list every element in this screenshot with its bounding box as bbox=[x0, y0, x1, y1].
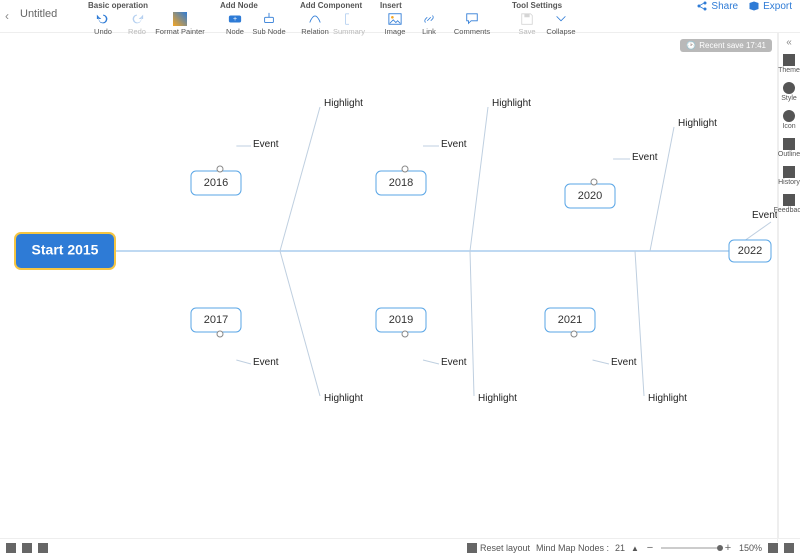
bottom-icon-1[interactable] bbox=[6, 543, 16, 553]
side-style[interactable]: Style bbox=[774, 82, 800, 102]
doc-title[interactable]: Untitled bbox=[14, 0, 80, 20]
expand-dot[interactable] bbox=[571, 331, 577, 337]
svg-text:2022: 2022 bbox=[738, 245, 762, 257]
bottom-icon-2[interactable] bbox=[22, 543, 32, 553]
leaf-highlight[interactable]: Highlight bbox=[492, 98, 531, 109]
side-icon[interactable]: Icon bbox=[774, 110, 800, 130]
svg-text:2020: 2020 bbox=[578, 190, 602, 202]
group-basic-title: Basic operation bbox=[86, 0, 206, 11]
group-insert-title: Insert bbox=[378, 0, 498, 11]
root-label: Start 2015 bbox=[32, 242, 99, 258]
export-button[interactable]: Export bbox=[748, 0, 792, 12]
leaf-event[interactable]: Event bbox=[441, 139, 467, 150]
leaf-event[interactable]: Event bbox=[253, 357, 279, 368]
nodes-up-icon[interactable]: ▲ bbox=[631, 544, 639, 553]
leaf-event[interactable]: Event bbox=[611, 357, 637, 368]
nodes-label: Mind Map Nodes : bbox=[536, 543, 609, 553]
zoom-value: 150% bbox=[739, 543, 762, 553]
leaf-highlight[interactable]: Highlight bbox=[324, 393, 363, 404]
leaf-highlight[interactable]: Highlight bbox=[678, 118, 717, 129]
svg-text:2019: 2019 bbox=[389, 314, 413, 326]
expand-dot[interactable] bbox=[217, 166, 223, 172]
fullscreen-icon[interactable] bbox=[768, 543, 778, 553]
canvas[interactable]: 🕑Recent save 17:41 Start 2015Event202220… bbox=[0, 33, 779, 538]
side-history[interactable]: History bbox=[774, 166, 800, 186]
reset-layout-button[interactable]: Reset layout bbox=[467, 543, 530, 553]
share-button[interactable]: Share bbox=[696, 0, 738, 12]
side-outline[interactable]: Outline bbox=[774, 138, 800, 158]
svg-text:2021: 2021 bbox=[558, 314, 582, 326]
leaf-event[interactable]: Event bbox=[632, 152, 658, 163]
toolbar-groups: Basic operation Undo Redo Format Painter… bbox=[80, 0, 584, 37]
leaf-highlight[interactable]: Highlight bbox=[478, 393, 517, 404]
right-panel: « Theme Style Icon Outline History Feedback bbox=[777, 33, 800, 542]
expand-dot[interactable] bbox=[402, 331, 408, 337]
leaf-event[interactable]: Event bbox=[253, 139, 279, 150]
side-theme[interactable]: Theme bbox=[774, 54, 800, 74]
status-bar: Reset layout Mind Map Nodes : 21 ▲ − + 1… bbox=[0, 538, 800, 557]
side-feedback[interactable]: Feedback bbox=[774, 194, 800, 214]
expand-dot[interactable] bbox=[402, 166, 408, 172]
svg-text:2018: 2018 bbox=[389, 177, 413, 189]
zoom-slider[interactable] bbox=[661, 547, 717, 549]
back-button[interactable]: ‹ bbox=[0, 0, 14, 32]
panel-collapse-icon[interactable]: « bbox=[786, 37, 792, 48]
svg-text:2016: 2016 bbox=[204, 177, 228, 189]
zoom-in-button[interactable]: + bbox=[723, 543, 733, 553]
svg-text:+: + bbox=[233, 16, 237, 23]
expand-dot[interactable] bbox=[591, 179, 597, 185]
group-addcomp-title: Add Component bbox=[298, 0, 366, 11]
group-addnode-title: Add Node bbox=[218, 0, 286, 11]
nodes-count: 21 bbox=[615, 543, 625, 553]
expand-dot[interactable] bbox=[217, 331, 223, 337]
leaf-highlight[interactable]: Highlight bbox=[324, 98, 363, 109]
fit-icon[interactable] bbox=[784, 543, 794, 553]
leaf-highlight[interactable]: Highlight bbox=[648, 393, 687, 404]
leaf-event[interactable]: Event bbox=[441, 357, 467, 368]
zoom-out-button[interactable]: − bbox=[645, 543, 655, 553]
bottom-icon-3[interactable] bbox=[38, 543, 48, 553]
svg-text:2017: 2017 bbox=[204, 314, 228, 326]
group-toolset-title: Tool Settings bbox=[510, 0, 578, 11]
